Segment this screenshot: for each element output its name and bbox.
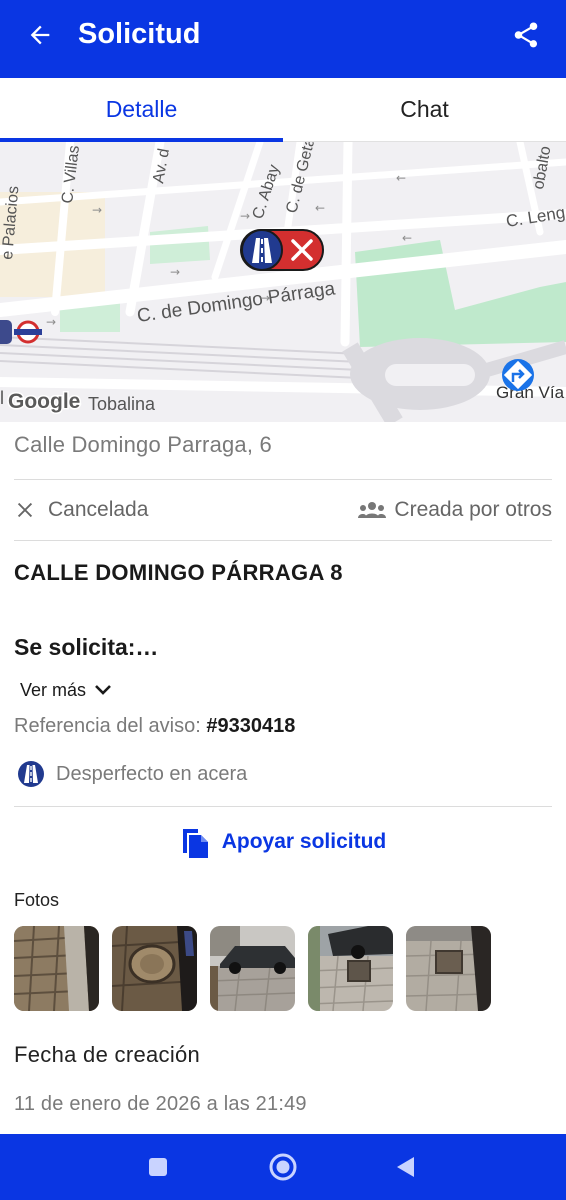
sidewalk-icon bbox=[18, 761, 44, 787]
map-label-tobalina: Tobalina bbox=[88, 394, 156, 414]
see-more-label: Ver más bbox=[20, 679, 87, 700]
transit-icon bbox=[0, 320, 12, 344]
status: Cancelada bbox=[14, 494, 148, 526]
arrow-left-icon bbox=[30, 25, 50, 45]
share-button[interactable] bbox=[508, 17, 544, 53]
svg-text:←: ← bbox=[402, 231, 412, 245]
app-bar: Solicitud bbox=[0, 0, 566, 78]
divider bbox=[14, 806, 552, 807]
svg-text:←: ← bbox=[396, 171, 406, 185]
photo-thumbnail[interactable] bbox=[14, 926, 99, 1011]
documents-icon bbox=[182, 829, 208, 858]
svg-text:→: → bbox=[46, 315, 56, 329]
status-label: Cancelada bbox=[48, 498, 149, 521]
created-label: Fecha de creación bbox=[14, 1042, 201, 1067]
origin: Creada por otros bbox=[358, 494, 552, 526]
recents-button[interactable] bbox=[128, 1134, 188, 1200]
see-more-button[interactable]: Ver más bbox=[20, 676, 112, 704]
svg-text:←: ← bbox=[315, 201, 325, 215]
photo-thumbnail[interactable] bbox=[210, 926, 295, 1011]
google-logo: Google bbox=[8, 390, 80, 413]
support-request-button[interactable]: Apoyar solicitud bbox=[0, 822, 566, 862]
origin-label: Creada por otros bbox=[394, 498, 552, 521]
svg-text:→: → bbox=[92, 203, 102, 217]
tab-chat[interactable]: Chat bbox=[283, 78, 566, 142]
map-label-edge: l bbox=[0, 388, 4, 408]
request-title: CALLE DOMINGO PÁRRAGA 8 bbox=[14, 560, 343, 585]
reference-number: #9330418 bbox=[206, 715, 296, 737]
request-address: Calle Domingo Parraga, 6 bbox=[14, 432, 272, 457]
photo-thumbnail[interactable] bbox=[406, 926, 491, 1011]
svg-text:→: → bbox=[170, 265, 180, 279]
back-button[interactable] bbox=[22, 17, 58, 53]
request-marker[interactable] bbox=[240, 229, 324, 271]
photo-thumbnail[interactable] bbox=[308, 926, 393, 1011]
divider bbox=[14, 479, 552, 480]
reference-row: Referencia del aviso: #9330418 bbox=[14, 715, 295, 738]
back-triangle-icon bbox=[397, 1157, 414, 1177]
location-map[interactable]: C. Villas Av. d C. Abay C. de Geta C. Le… bbox=[0, 142, 566, 422]
photo-gallery bbox=[14, 926, 504, 1011]
status-row: Cancelada Creada por otros bbox=[14, 494, 552, 526]
directions-icon bbox=[502, 359, 534, 391]
home-circle-icon bbox=[269, 1153, 297, 1181]
tab-detalle[interactable]: Detalle bbox=[0, 78, 283, 142]
requested-heading: Se solicita:… bbox=[14, 634, 159, 660]
group-icon bbox=[358, 502, 387, 518]
home-button[interactable] bbox=[253, 1134, 313, 1200]
photos-label: Fotos bbox=[14, 890, 60, 910]
chevron-down-icon bbox=[95, 685, 111, 695]
reference-label: Referencia del aviso: bbox=[14, 715, 201, 737]
divider bbox=[14, 540, 552, 541]
created-value: 11 de enero de 2026 a las 21:49 bbox=[14, 1093, 307, 1115]
svg-text:→: → bbox=[240, 209, 250, 223]
svg-text:→: → bbox=[260, 291, 270, 305]
page-title: Solicitud bbox=[78, 18, 201, 50]
category-row: Desperfecto en acera bbox=[17, 759, 247, 789]
share-icon bbox=[514, 22, 538, 48]
photo-thumbnail[interactable] bbox=[112, 926, 197, 1011]
tab-bar: Detalle Chat bbox=[0, 78, 566, 142]
recents-square-icon bbox=[149, 1158, 167, 1176]
system-nav-bar bbox=[0, 1134, 566, 1200]
category-label: Desperfecto en acera bbox=[56, 762, 248, 785]
close-icon bbox=[17, 502, 33, 518]
support-label: Apoyar solicitud bbox=[221, 830, 387, 853]
system-back-button[interactable] bbox=[375, 1134, 435, 1200]
